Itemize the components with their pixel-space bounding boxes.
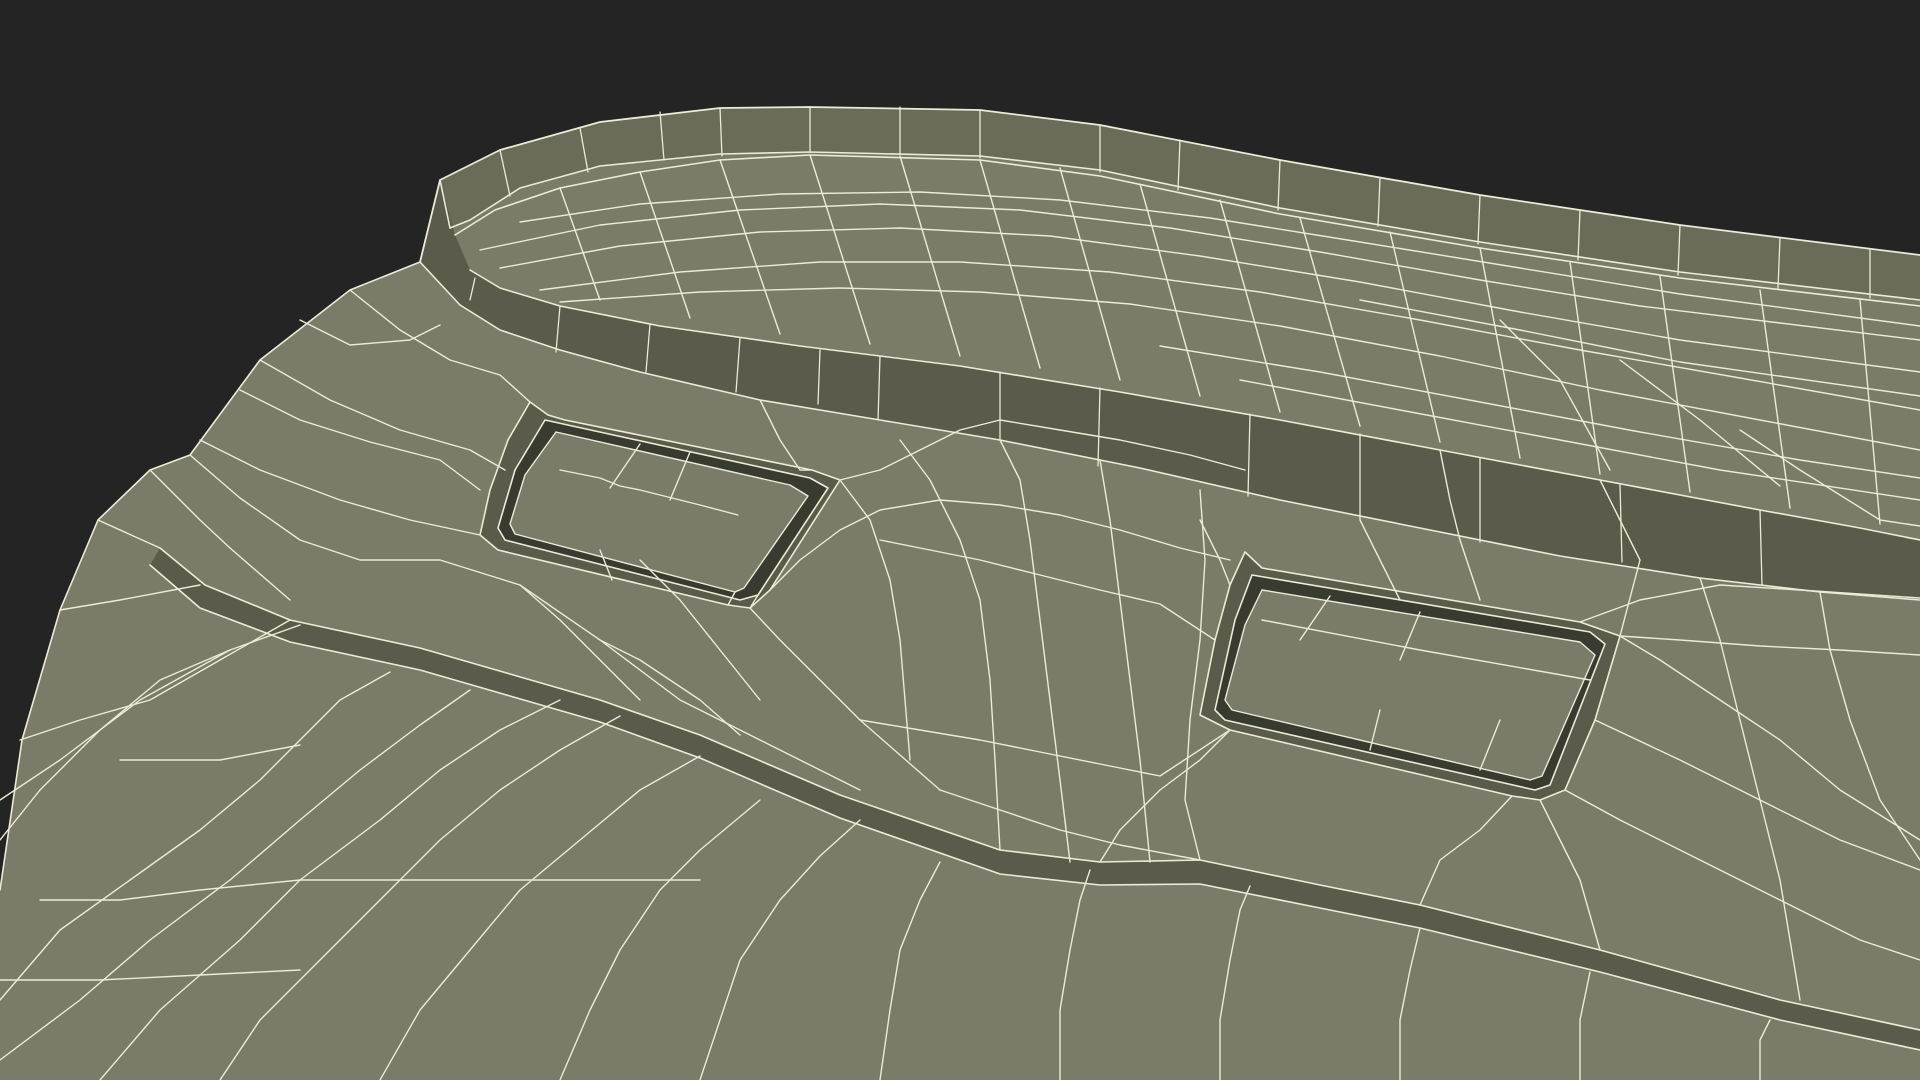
wireframe-render (0, 0, 1920, 1080)
viewport (0, 0, 1920, 1080)
